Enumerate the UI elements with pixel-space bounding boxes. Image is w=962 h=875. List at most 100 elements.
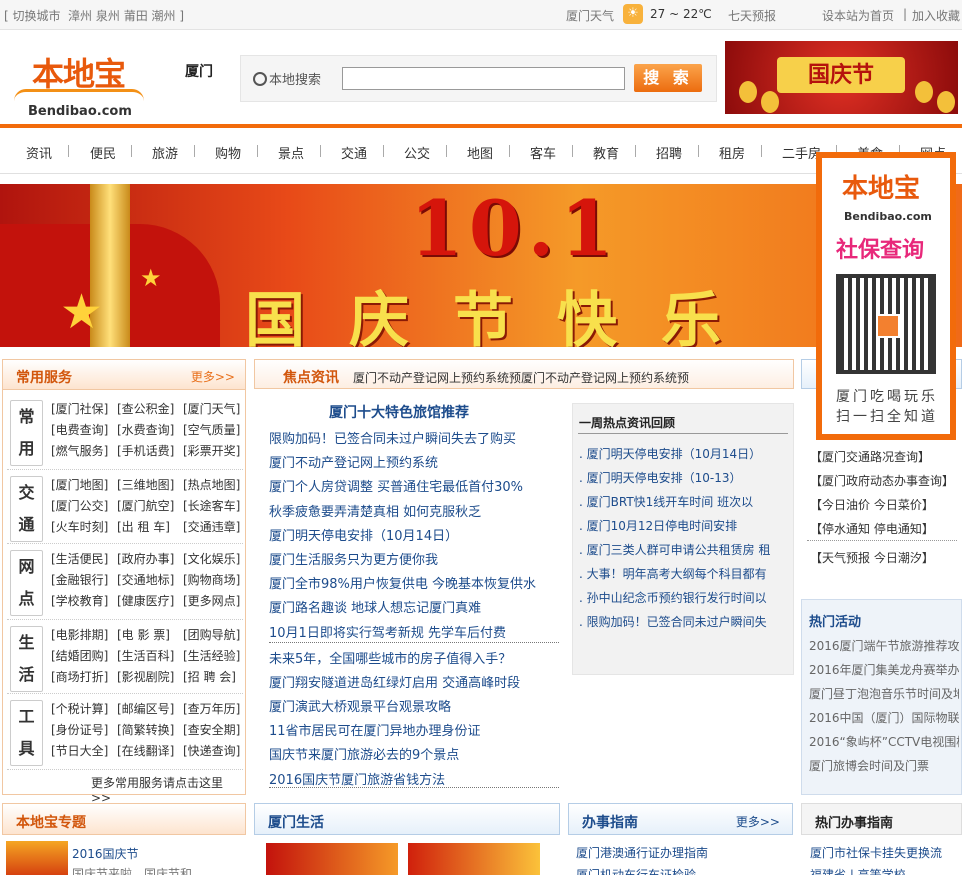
news-item[interactable]: 厦门不动产登记网上预约系统 xyxy=(269,452,559,476)
service-link[interactable]: [厦门地图] xyxy=(51,476,108,493)
service-link[interactable]: [彩票开奖] xyxy=(183,442,240,459)
service-link[interactable]: [厦门航空] xyxy=(117,497,174,514)
list-item[interactable]: 【天气预报 今日潮汐】 xyxy=(810,549,934,566)
service-link[interactable]: [商场打折] xyxy=(51,668,108,685)
service-link[interactable]: [交通地标] xyxy=(117,571,174,588)
nav-item[interactable]: 景点 xyxy=(278,143,304,162)
service-link[interactable]: [个税计算] xyxy=(51,700,108,717)
service-link[interactable]: [空气质量] xyxy=(183,421,240,438)
service-link[interactable]: [电费查询] xyxy=(51,421,108,438)
service-link[interactable]: [文化娱乐] xyxy=(183,550,240,567)
news-item[interactable]: 厦门翔安隧道进岛红绿灯启用 交通高峰时段 xyxy=(269,672,559,696)
nav-item[interactable]: 旅游 xyxy=(152,143,178,162)
news-item[interactable]: 厦门全市98%用户恢复供电 今晚基本恢复供水 xyxy=(269,573,559,597)
city-link[interactable]: 泉州 xyxy=(96,9,120,23)
current-city[interactable]: 厦门 xyxy=(185,61,213,81)
forecast-link[interactable]: 七天预报 xyxy=(728,7,776,24)
guide-item[interactable]: 福建省 | 高等学校 xyxy=(810,866,906,875)
service-link[interactable]: [生活经验] xyxy=(183,647,240,664)
guide-item[interactable]: 厦门市社保卡挂失更换流 xyxy=(810,844,942,861)
list-item[interactable]: 【厦门政府动态办事查询】 xyxy=(810,472,954,489)
service-link[interactable]: [购物商场] xyxy=(183,571,240,588)
switch-city[interactable]: [ 切换城市 xyxy=(4,7,61,24)
news-item[interactable]: 厦门演武大桥观景平台观景攻略 xyxy=(269,696,559,720)
service-link[interactable]: [三维地图] xyxy=(117,476,174,493)
service-link[interactable]: [查安全期] xyxy=(183,721,240,738)
set-home-link[interactable]: 设本站为首页 xyxy=(822,7,894,24)
hot-news-item[interactable]: . 厦门BRT快1线开车时间 班次以 xyxy=(579,493,784,510)
news-item[interactable]: 厦门路名趣谈 地球人想忘记厦门真难 xyxy=(269,597,559,621)
news-item[interactable]: 厦门明天停电安排（10月14日） xyxy=(269,525,559,549)
nav-item[interactable]: 教育 xyxy=(593,143,619,162)
scrolling-news[interactable]: 厦门不动产登记网上预约系统预厦门不动产登记网上预约系统预 xyxy=(353,369,689,386)
activity-item[interactable]: 2016厦门端午节旅游推荐攻略 xyxy=(809,637,959,654)
service-link[interactable]: [长途客车] xyxy=(183,497,240,514)
service-link[interactable]: [邮编区号] xyxy=(117,700,174,717)
news-item[interactable]: 国庆节来厦门旅游必去的9个景点 xyxy=(269,744,559,768)
nav-item[interactable]: 交通 xyxy=(341,143,367,162)
service-link[interactable]: [节日大全] xyxy=(51,742,108,759)
service-link[interactable]: [交通违章] xyxy=(183,518,240,535)
service-link[interactable]: [招 聘 会] xyxy=(183,668,236,685)
news-item[interactable]: 未来5年，全国哪些城市的房子值得入手？ xyxy=(269,648,559,672)
service-link[interactable]: [电 影 票] xyxy=(117,626,170,643)
search-button[interactable]: 搜 索 xyxy=(634,64,702,92)
service-link[interactable]: [火车时刻] xyxy=(51,518,108,535)
nav-item[interactable]: 便民 xyxy=(90,143,116,162)
guide-item[interactable]: 厦门港澳通行证办理指南 xyxy=(576,844,708,861)
nav-item[interactable]: 资讯 xyxy=(26,143,52,162)
service-link[interactable]: [厦门公交] xyxy=(51,497,108,514)
nav-item[interactable]: 租房 xyxy=(719,143,745,162)
service-link[interactable]: [热点地图] xyxy=(183,476,240,493)
service-link[interactable]: [影视剧院] xyxy=(117,668,174,685)
weather-label[interactable]: 厦门天气 xyxy=(566,7,614,24)
hot-news-item[interactable]: . 厦门明天停电安排（10月14日） xyxy=(579,445,784,462)
activity-item[interactable]: 厦门昼丁泡泡音乐节时间及地点 xyxy=(809,685,959,702)
list-item[interactable]: 【厦门交通路况查询】 xyxy=(810,448,930,465)
nav-item[interactable]: 购物 xyxy=(215,143,241,162)
more-services-link[interactable]: 更多常用服务请点击这里 >> xyxy=(91,774,245,805)
news-item[interactable]: 11省市居民可在厦门异地办理身份证 xyxy=(269,720,559,744)
service-link[interactable]: [政府办事] xyxy=(117,550,174,567)
nav-item[interactable]: 招聘 xyxy=(656,143,682,162)
activity-item[interactable]: 2016中国（厦门）国际物联网 xyxy=(809,709,959,726)
service-link[interactable]: [学校教育] xyxy=(51,592,108,609)
search-input[interactable] xyxy=(342,67,625,90)
service-link[interactable]: [健康医疗] xyxy=(117,592,174,609)
guide-item[interactable]: 厦门机动车行车证检验 xyxy=(576,866,696,875)
city-link[interactable]: 莆田 xyxy=(124,9,148,23)
hot-news-item[interactable]: . 厦门10月12日停电时间安排 xyxy=(579,517,784,534)
service-link[interactable]: [生活便民] xyxy=(51,550,108,567)
service-link[interactable]: [查公积金] xyxy=(117,400,174,417)
more-link[interactable]: 更多>> xyxy=(736,813,780,830)
service-link[interactable]: [更多网点] xyxy=(183,592,240,609)
nav-item[interactable]: 地图 xyxy=(467,143,493,162)
activity-item[interactable]: 2016年厦门集美龙舟赛举办时间 xyxy=(809,661,959,678)
service-link[interactable]: [厦门天气] xyxy=(183,400,240,417)
hot-news-item[interactable]: . 厦门三类人群可申请公共租赁房 租 xyxy=(579,541,784,558)
nav-item[interactable]: 公交 xyxy=(404,143,430,162)
hot-news-item[interactable]: . 大事！明年高考大纲每个科目都有 xyxy=(579,565,784,582)
news-item[interactable]: 厦门生活服务只为更方便你我 xyxy=(269,549,559,573)
city-link[interactable]: 潮州 xyxy=(152,9,176,23)
service-link[interactable]: [身份证号] xyxy=(51,721,108,738)
add-favorite-link[interactable]: 加入收藏 xyxy=(912,7,960,24)
activity-item[interactable]: 厦门旅博会时间及门票 xyxy=(809,757,959,774)
national-day-ad[interactable]: 国庆节 xyxy=(725,41,958,114)
activity-item[interactable]: 2016“象屿杯”CCTV电视围棋 xyxy=(809,733,959,750)
more-link[interactable]: 更多>> xyxy=(191,368,235,385)
service-link[interactable]: [燃气服务] xyxy=(51,442,108,459)
city-link[interactable]: 漳州 xyxy=(68,9,92,23)
life-image[interactable] xyxy=(408,843,540,875)
service-link[interactable]: [快递查询] xyxy=(183,742,240,759)
service-link[interactable]: [团购导航] xyxy=(183,626,240,643)
service-link[interactable]: [在线翻译] xyxy=(117,742,174,759)
life-image[interactable] xyxy=(266,843,398,875)
news-item[interactable]: 限购加码！已签合同未过户瞬间失去了购买 xyxy=(269,428,559,452)
news-item[interactable]: 秋季疲惫要弄清楚真相 如何克服秋乏 xyxy=(269,501,559,525)
service-link[interactable]: [金融银行] xyxy=(51,571,108,588)
service-link[interactable]: [简繁转换] xyxy=(117,721,174,738)
service-link[interactable]: [查万年历] xyxy=(183,700,240,717)
service-link[interactable]: [生活百科] xyxy=(117,647,174,664)
nav-item[interactable]: 客车 xyxy=(530,143,556,162)
